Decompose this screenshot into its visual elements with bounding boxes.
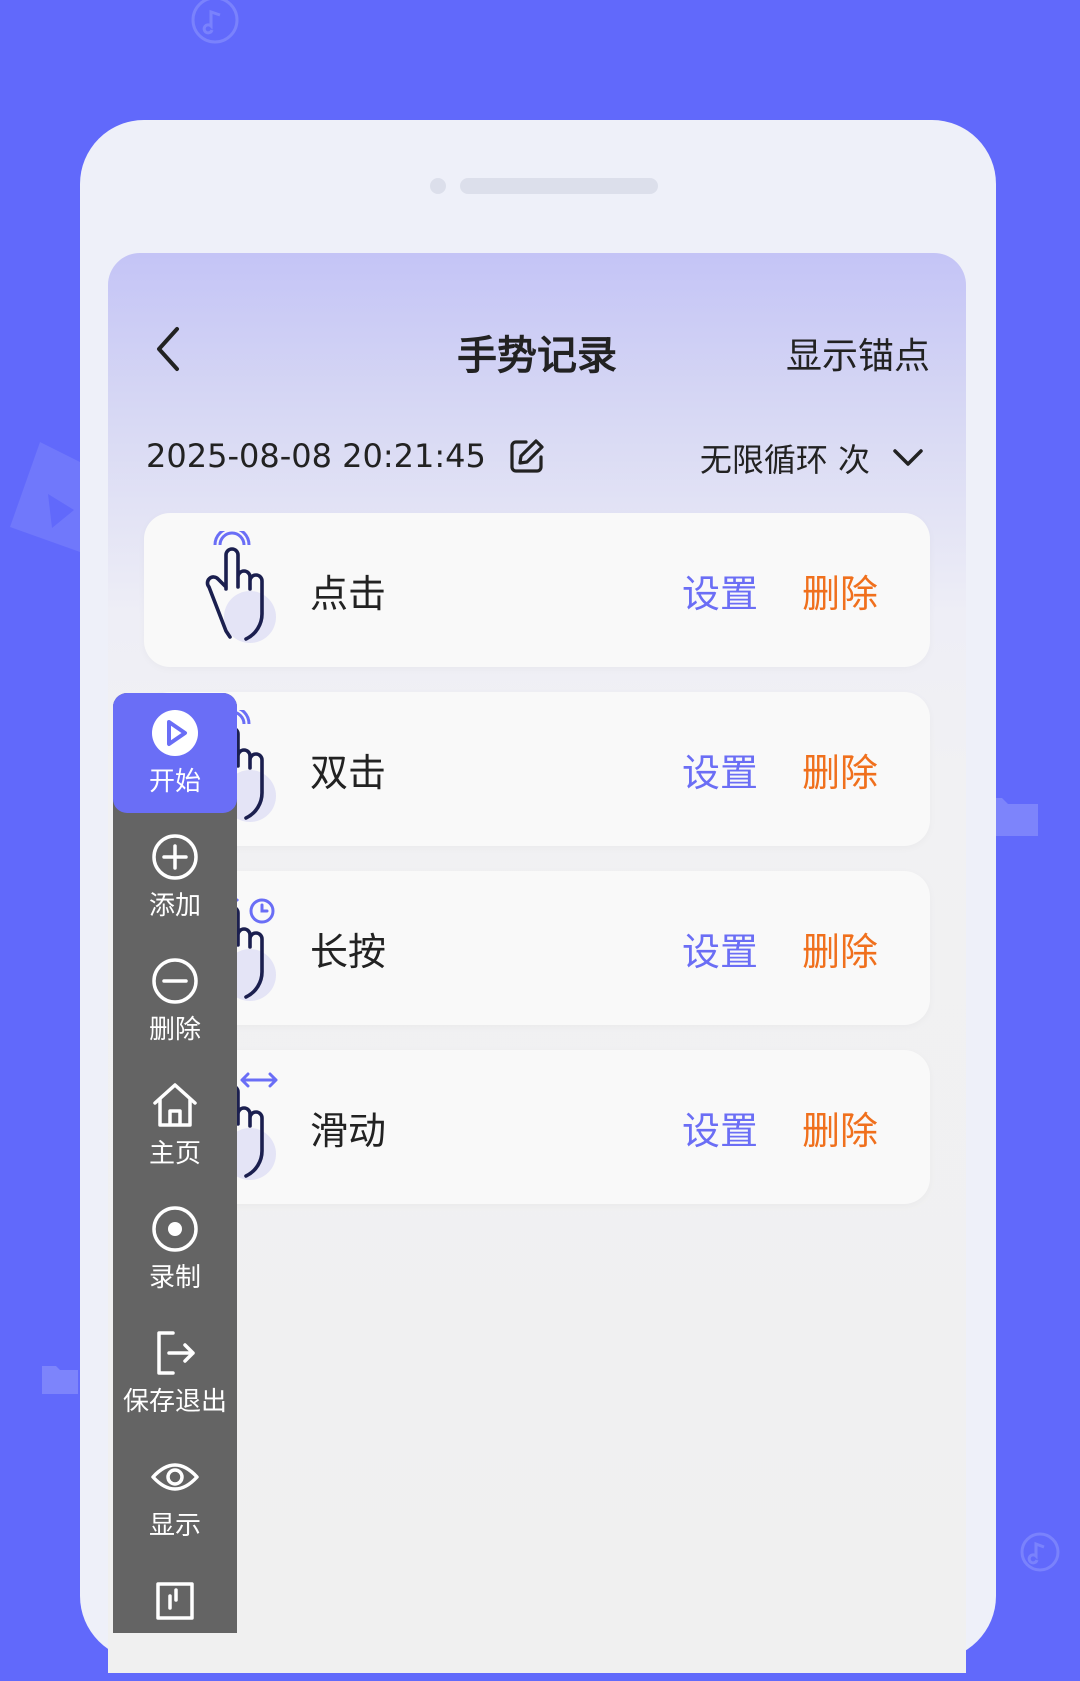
settings-button[interactable]: 设置: [682, 742, 758, 797]
more-icon: [113, 1577, 237, 1625]
add-label: 添加: [148, 891, 201, 921]
more-button[interactable]: [113, 1561, 237, 1681]
play-icon: [113, 709, 237, 757]
record-button[interactable]: 录制: [113, 1189, 237, 1309]
camera-dot: [430, 178, 446, 194]
folder-icon: [42, 1366, 78, 1394]
start-button[interactable]: 开始: [113, 693, 237, 813]
start-label: 开始: [148, 767, 201, 797]
home-button[interactable]: 主页: [113, 1065, 237, 1185]
music-note-icon: [191, 0, 239, 44]
settings-button[interactable]: 设置: [682, 1100, 758, 1155]
save-exit-label: 保存退出: [122, 1387, 227, 1417]
gesture-name: 滑动: [310, 1109, 387, 1153]
show-label: 显示: [148, 1511, 201, 1541]
gesture-card: 点击 设置 删除: [144, 513, 930, 667]
show-button[interactable]: 显示: [113, 1437, 237, 1557]
loop-selector[interactable]: 无限循环 次: [700, 435, 924, 481]
home-icon: [113, 1081, 237, 1129]
gesture-name: 长按: [310, 930, 387, 974]
minus-circle-icon: [113, 957, 237, 1005]
gesture-card: 双击 设置 删除: [144, 692, 930, 846]
save-exit-button[interactable]: 保存退出: [113, 1313, 237, 1433]
settings-button[interactable]: 设置: [682, 563, 758, 618]
floating-toolbar: 开始 添加 删除 主页 录制 保存退出 显示: [113, 693, 237, 1633]
speaker-bar: [460, 178, 658, 194]
gesture-card: 长按 设置 删除: [144, 871, 930, 1025]
music-note-icon: [1020, 1532, 1060, 1572]
datetime-text: 2025-08-08 20:21:45: [146, 437, 486, 475]
delete-button[interactable]: 删除: [802, 921, 878, 976]
delete-button[interactable]: 删除: [802, 1100, 878, 1155]
gesture-card: 滑动 设置 删除: [144, 1050, 930, 1204]
loop-label: 无限循环 次: [699, 441, 870, 479]
home-label: 主页: [148, 1139, 201, 1169]
delete-button[interactable]: 删除: [802, 742, 878, 797]
add-button[interactable]: 添加: [113, 817, 237, 937]
edit-icon[interactable]: [508, 437, 546, 475]
gesture-name: 双击: [310, 751, 387, 795]
settings-button[interactable]: 设置: [682, 921, 758, 976]
gesture-name: 点击: [310, 572, 387, 616]
show-anchor-button[interactable]: 显示锚点: [786, 327, 930, 379]
plus-circle-icon: [113, 833, 237, 881]
record-icon: [113, 1205, 237, 1253]
exit-icon: [113, 1329, 237, 1377]
record-datetime: 2025-08-08 20:21:45: [146, 437, 546, 475]
tap-hand-icon: [205, 531, 276, 643]
remove-label: 删除: [148, 1015, 201, 1045]
chevron-down-icon: [892, 448, 924, 468]
remove-button[interactable]: 删除: [113, 941, 237, 1061]
delete-button[interactable]: 删除: [802, 563, 878, 618]
eye-icon: [113, 1453, 237, 1501]
record-label: 录制: [148, 1263, 201, 1293]
